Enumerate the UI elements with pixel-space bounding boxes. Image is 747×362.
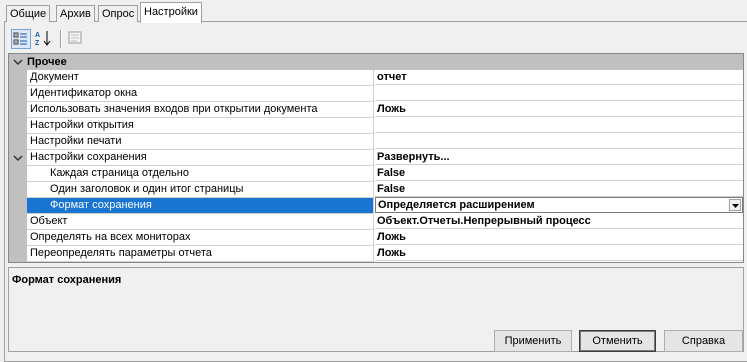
- row-margin: [9, 70, 27, 86]
- property-name: Формат сохранения: [27, 198, 374, 214]
- property-row-object[interactable]: Объект Объект.Отчеты.Непрерывный процесс: [9, 214, 743, 230]
- property-row-save-format[interactable]: Формат сохранения Определяется расширени…: [9, 197, 743, 214]
- row-margin: [9, 246, 27, 262]
- property-value[interactable]: False: [375, 182, 743, 197]
- save-format-dropdown[interactable]: Определяется расширением: [375, 197, 743, 213]
- property-value: Определяется расширением: [378, 199, 535, 211]
- help-button[interactable]: Справка: [664, 330, 743, 352]
- property-row-each-page-separately[interactable]: Каждая страница отдельно False: [9, 166, 743, 182]
- row-margin: [9, 150, 27, 166]
- property-name: Каждая страница отдельно: [27, 166, 374, 182]
- property-name: Использовать значения входов при открыти…: [27, 102, 374, 118]
- property-value[interactable]: отчет: [375, 70, 743, 85]
- property-value[interactable]: Ложь: [375, 230, 743, 245]
- collapse-chevron-icon[interactable]: [13, 153, 23, 163]
- property-row-save-settings[interactable]: Настройки сохранения Развернуть...: [9, 150, 743, 166]
- property-name: Один заголовок и один итог страницы: [27, 182, 374, 198]
- chevron-down-icon: [732, 204, 739, 208]
- property-value[interactable]: Ложь: [375, 102, 743, 117]
- row-margin: [9, 134, 27, 150]
- property-row-single-header-footer[interactable]: Один заголовок и один итог страницы Fals…: [9, 182, 743, 198]
- row-margin: [9, 214, 27, 230]
- row-margin: [9, 230, 27, 246]
- tab-archive[interactable]: Архив: [56, 5, 95, 22]
- property-grid-toolbar: A Z: [8, 27, 744, 51]
- cancel-button[interactable]: Отменить: [579, 330, 656, 352]
- row-margin: [9, 102, 27, 118]
- settings-panel: A Z Прочее Документ отчет Идентификатор …: [4, 22, 747, 362]
- categorized-view-icon: [13, 32, 27, 45]
- property-name: Настройки печати: [27, 134, 374, 150]
- sort-alphabetical-icon: A Z: [35, 31, 51, 47]
- property-value[interactable]: [375, 134, 743, 149]
- property-value[interactable]: Развернуть...: [375, 150, 743, 165]
- property-row-open-settings[interactable]: Настройки открытия: [9, 118, 743, 134]
- property-pages-icon: [68, 31, 82, 44]
- sort-alphabetical-button[interactable]: A Z: [34, 29, 54, 49]
- property-name: Переопределять параметры отчета: [27, 246, 374, 262]
- category-label: Прочее: [27, 56, 67, 68]
- tab-strip: Общие Архив Опрос Настройки: [4, 0, 747, 23]
- property-name: Объект: [27, 214, 374, 230]
- property-row-use-input-values[interactable]: Использовать значения входов при открыти…: [9, 102, 743, 118]
- row-margin: [9, 118, 27, 134]
- apply-button[interactable]: Применить: [494, 330, 572, 352]
- svg-text:A: A: [35, 32, 40, 39]
- property-value[interactable]: Объект.Отчеты.Непрерывный процесс: [375, 214, 743, 229]
- row-margin: [9, 166, 27, 182]
- property-row-document[interactable]: Документ отчет: [9, 70, 743, 86]
- property-value[interactable]: [375, 86, 743, 101]
- property-row-override-report-params[interactable]: Переопределять параметры отчета Ложь: [9, 246, 743, 262]
- property-name: Идентификатор окна: [27, 86, 374, 102]
- row-margin: [9, 198, 27, 214]
- toolbar-separator: [60, 30, 61, 48]
- categorized-view-button[interactable]: [11, 29, 31, 49]
- row-margin: [9, 182, 27, 198]
- property-row-window-id[interactable]: Идентификатор окна: [9, 86, 743, 102]
- property-value[interactable]: Ложь: [375, 246, 743, 261]
- description-title: Формат сохранения: [12, 274, 122, 286]
- tab-settings[interactable]: Настройки: [140, 2, 202, 23]
- category-row[interactable]: Прочее: [9, 54, 743, 70]
- tab-general[interactable]: Общие: [6, 5, 51, 22]
- property-name: Определять на всех мониторах: [27, 230, 374, 246]
- property-row-print-settings[interactable]: Настройки печати: [9, 134, 743, 150]
- property-name: Настройки открытия: [27, 118, 374, 134]
- svg-text:Z: Z: [35, 40, 40, 47]
- collapse-chevron-icon[interactable]: [13, 57, 23, 67]
- tab-poll[interactable]: Опрос: [98, 5, 139, 22]
- property-grid: Прочее Документ отчет Идентификатор окна…: [8, 53, 744, 263]
- dropdown-button[interactable]: [729, 199, 741, 211]
- row-margin: [9, 86, 27, 102]
- property-value[interactable]: [375, 118, 743, 133]
- property-name: Документ: [27, 70, 374, 86]
- property-pages-button[interactable]: [66, 29, 86, 49]
- property-value[interactable]: False: [375, 166, 743, 181]
- property-row-all-monitors[interactable]: Определять на всех мониторах Ложь: [9, 230, 743, 246]
- property-name: Настройки сохранения: [27, 150, 374, 166]
